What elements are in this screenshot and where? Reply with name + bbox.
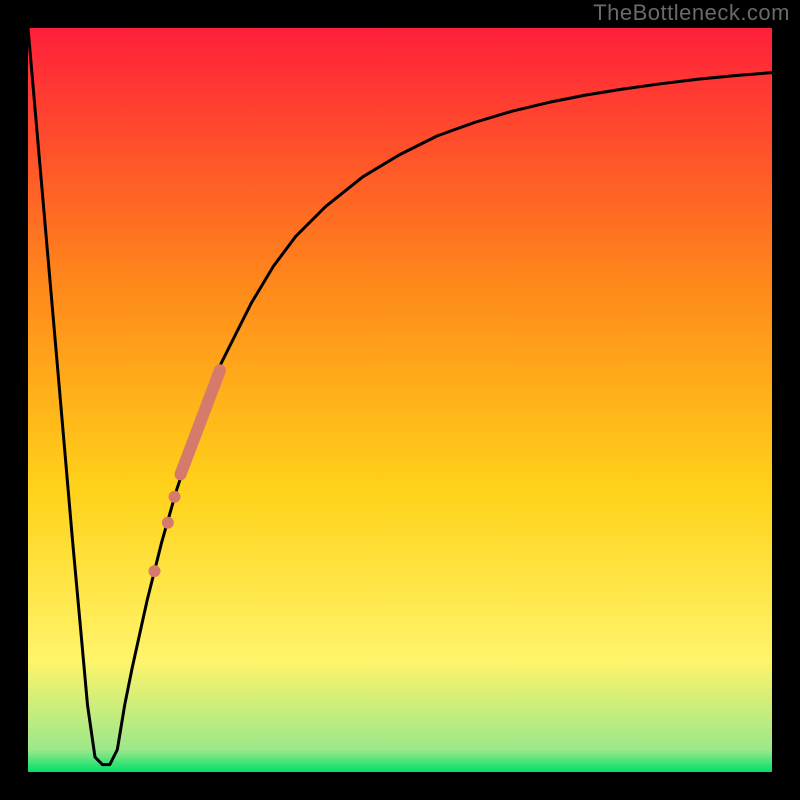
bottleneck-chart [0,0,800,800]
plot-area [14,14,786,786]
highlight-dot [148,565,160,577]
attribution-label: TheBottleneck.com [593,0,790,26]
chart-container: TheBottleneck.com [0,0,800,800]
gradient-background [28,28,772,772]
highlight-dot [169,491,181,503]
highlight-dot [162,517,174,529]
